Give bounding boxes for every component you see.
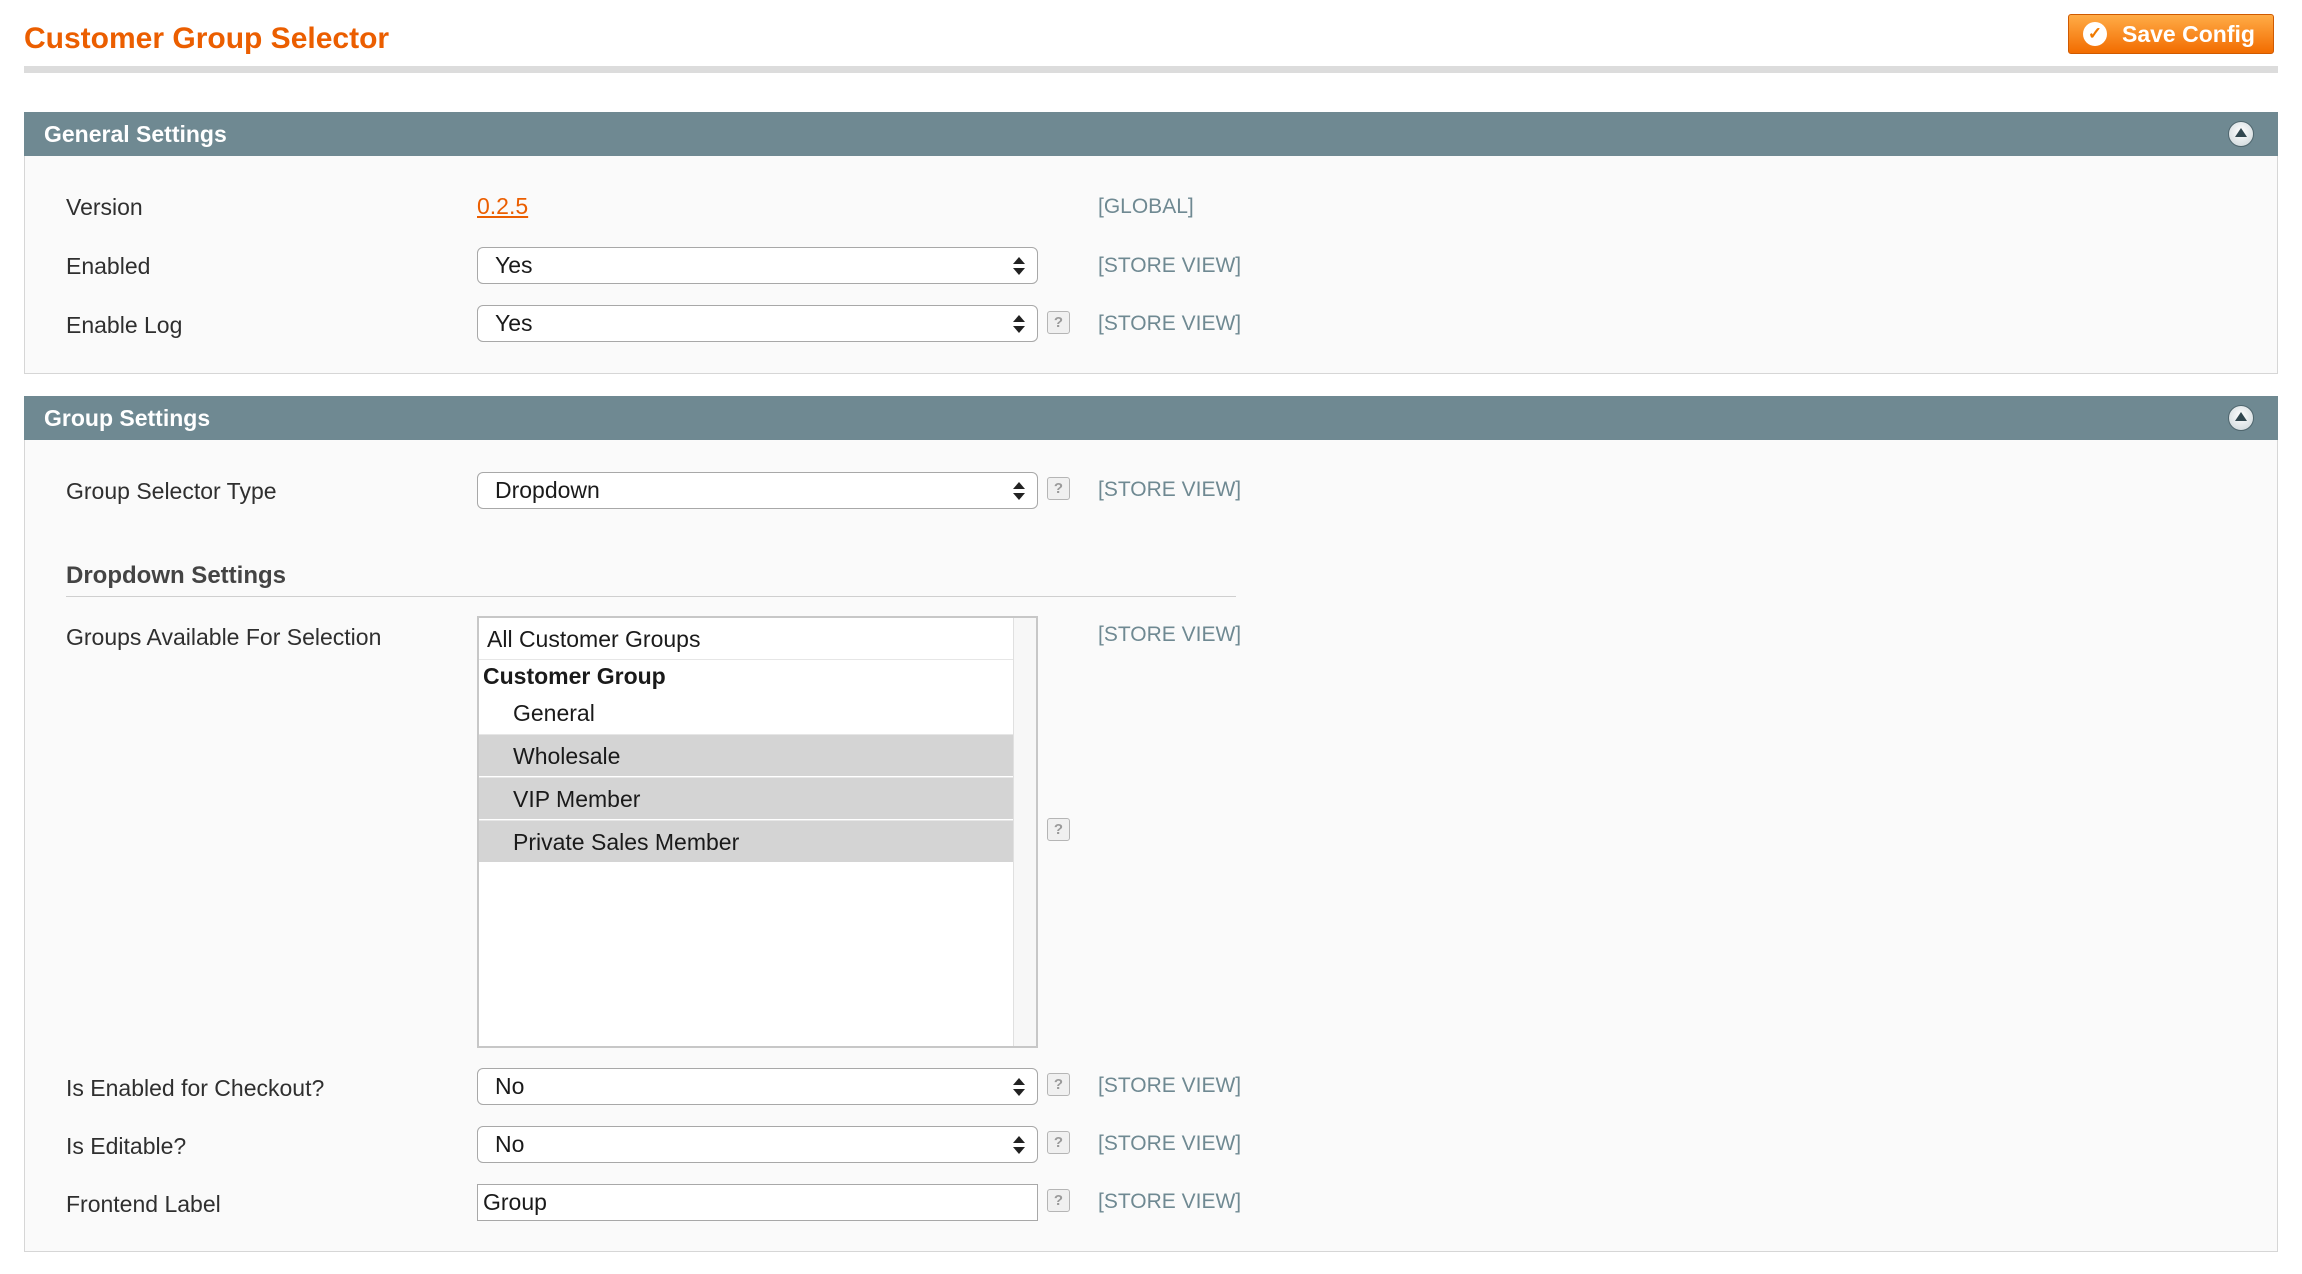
enabled-select-value: Yes <box>495 252 533 278</box>
section-header-group[interactable]: Group Settings <box>24 396 2278 440</box>
enabled-checkout-value: No <box>495 1073 525 1099</box>
enable-log-scope: [STORE VIEW] <box>1098 312 1242 335</box>
help-icon[interactable]: ? <box>1047 311 1070 334</box>
help-icon[interactable]: ? <box>1047 818 1070 841</box>
frontend-label-value: Group <box>483 1189 547 1215</box>
is-editable-scope: [STORE VIEW] <box>1098 1132 1242 1155</box>
scrollbar[interactable] <box>1013 618 1036 1046</box>
dropdown-settings-divider <box>66 596 1236 597</box>
save-config-label: Save Config <box>2122 20 2255 47</box>
enable-log-label: Enable Log <box>66 312 183 338</box>
list-item[interactable]: Private Sales Member <box>479 820 1016 862</box>
select-arrows-icon <box>1013 480 1025 502</box>
section-title-general: General Settings <box>44 121 227 147</box>
enabled-select[interactable]: Yes <box>477 247 1038 284</box>
group-selector-type-scope: [STORE VIEW] <box>1098 478 1242 501</box>
select-arrows-icon <box>1013 313 1025 335</box>
enabled-scope: [STORE VIEW] <box>1098 254 1242 277</box>
groups-available-scope: [STORE VIEW] <box>1098 623 1242 646</box>
select-arrows-icon <box>1013 255 1025 277</box>
collapse-icon[interactable] <box>2228 121 2254 147</box>
select-arrows-icon <box>1013 1134 1025 1156</box>
group-selector-type-label: Group Selector Type <box>66 478 277 504</box>
help-icon[interactable]: ? <box>1047 1073 1070 1096</box>
help-icon[interactable]: ? <box>1047 477 1070 500</box>
group-selector-type-value: Dropdown <box>495 477 600 503</box>
enabled-label: Enabled <box>66 253 151 279</box>
version-label: Version <box>66 194 143 220</box>
section-title-group: Group Settings <box>44 405 211 431</box>
is-editable-label: Is Editable? <box>66 1133 187 1159</box>
list-item-all-customer-groups[interactable]: All Customer Groups <box>479 618 1016 660</box>
help-icon[interactable]: ? <box>1047 1189 1070 1212</box>
enable-log-select[interactable]: Yes <box>477 305 1038 342</box>
title-divider <box>24 66 2278 73</box>
group-selector-type-select[interactable]: Dropdown <box>477 472 1038 509</box>
enable-log-select-value: Yes <box>495 310 533 336</box>
list-item[interactable]: Wholesale <box>479 734 1016 776</box>
is-editable-select[interactable]: No <box>477 1126 1038 1163</box>
section-body-group <box>24 440 2278 1252</box>
collapse-icon[interactable] <box>2228 405 2254 431</box>
version-scope: [GLOBAL] <box>1098 195 1194 218</box>
help-icon[interactable]: ? <box>1047 1131 1070 1154</box>
frontend-label-scope: [STORE VIEW] <box>1098 1190 1242 1213</box>
frontend-label-label: Frontend Label <box>66 1191 221 1217</box>
is-editable-value: No <box>495 1131 525 1157</box>
save-config-button[interactable]: ✓ Save Config <box>2068 14 2274 54</box>
dropdown-settings-heading: Dropdown Settings <box>66 562 286 589</box>
enabled-checkout-select[interactable]: No <box>477 1068 1038 1105</box>
optgroup-customer-group: Customer Group <box>483 663 666 689</box>
groups-available-label: Groups Available For Selection <box>66 624 382 650</box>
enabled-checkout-scope: [STORE VIEW] <box>1098 1074 1242 1097</box>
select-arrows-icon <box>1013 1076 1025 1098</box>
frontend-label-input[interactable]: Group <box>477 1184 1038 1221</box>
list-item[interactable]: General <box>479 692 1016 734</box>
page-title: Customer Group Selector <box>24 22 390 55</box>
list-item[interactable]: VIP Member <box>479 777 1016 819</box>
section-header-general[interactable]: General Settings <box>24 112 2278 156</box>
groups-available-multiselect[interactable]: All Customer Groups Customer Group Gener… <box>477 616 1038 1048</box>
version-link[interactable]: 0.2.5 <box>477 193 528 220</box>
enabled-checkout-label: Is Enabled for Checkout? <box>66 1075 325 1101</box>
check-icon: ✓ <box>2083 22 2107 46</box>
